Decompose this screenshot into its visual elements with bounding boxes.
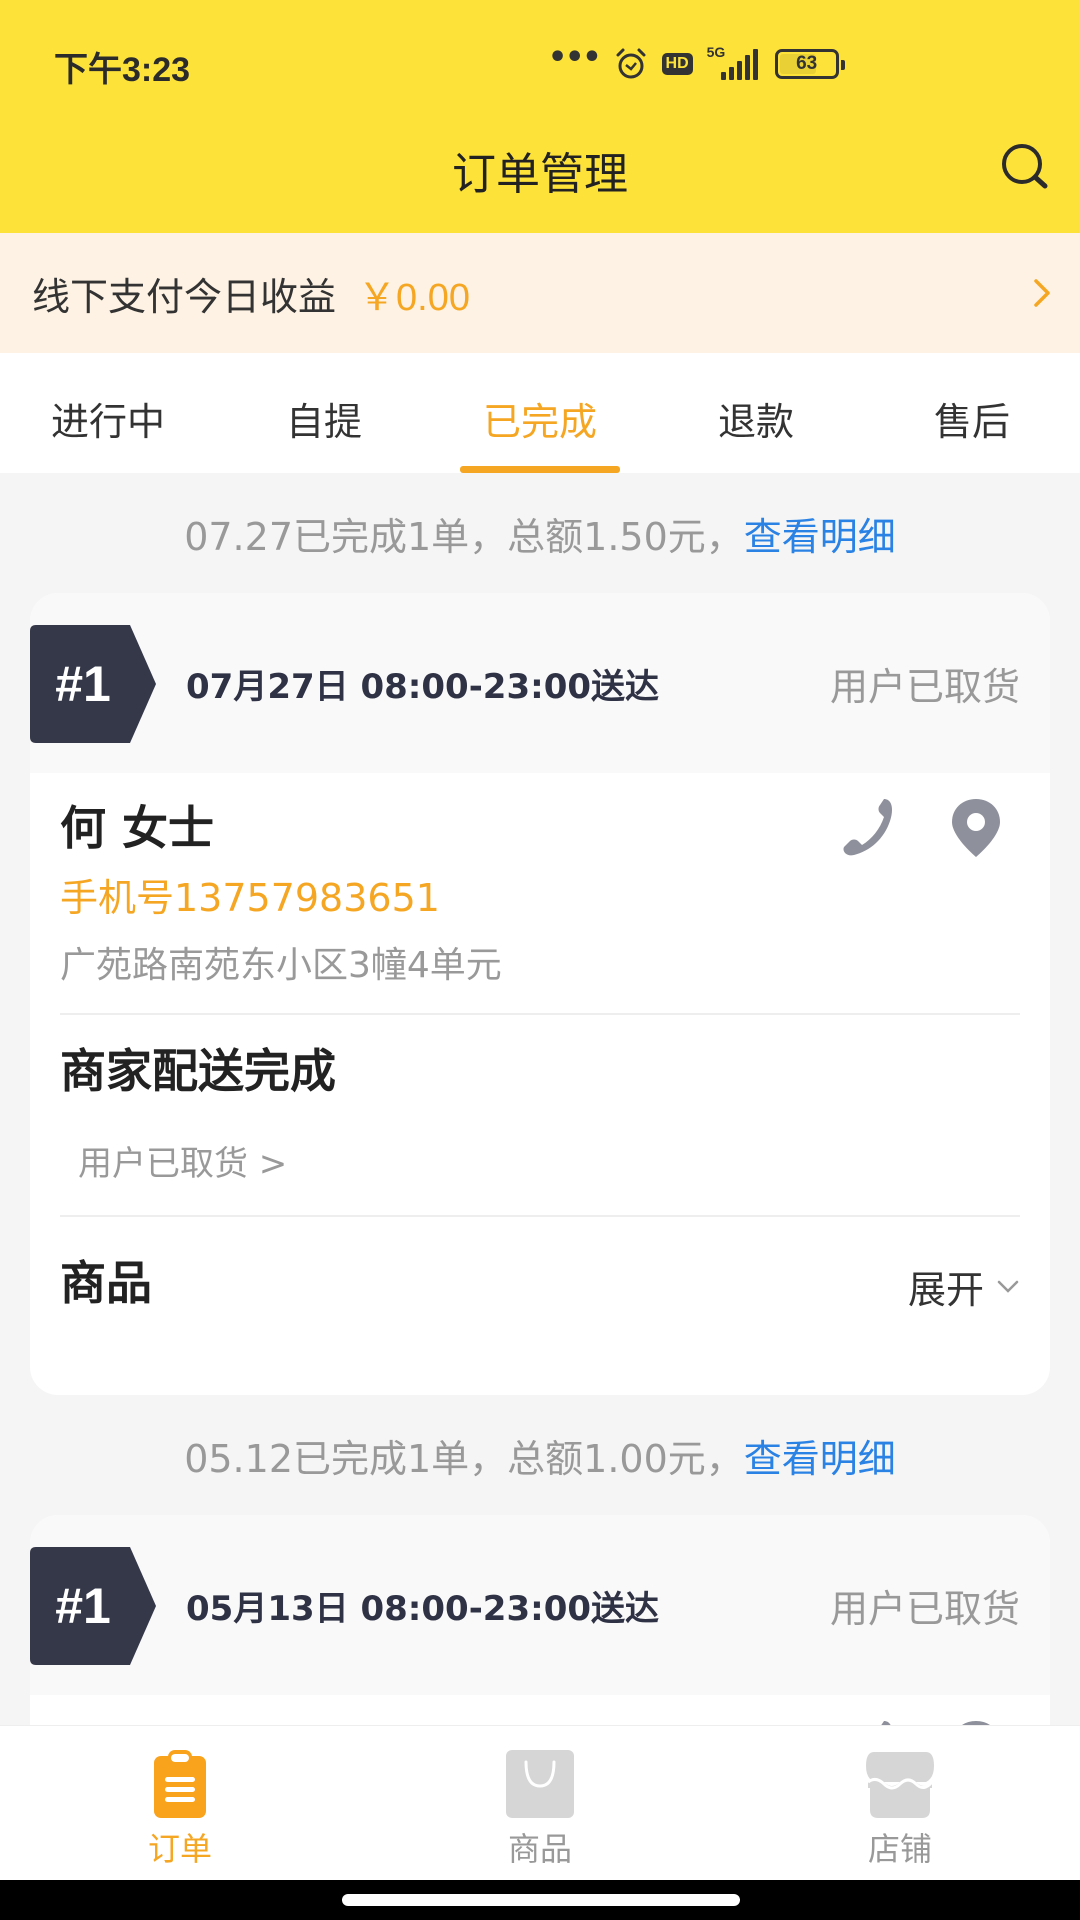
summary-text: 05.12已完成1单，总额1.00元， — [184, 1436, 744, 1481]
order-status: 用户已取货 — [829, 1586, 1020, 1631]
shopping-bag-icon — [506, 1750, 574, 1818]
order-number: #1 — [55, 656, 111, 712]
battery-icon: 63 — [774, 49, 845, 79]
customer-address: 广苑路南苑东小区3幢4单元 — [60, 945, 502, 986]
view-details-link[interactable]: 查看明细 — [744, 506, 896, 561]
delivery-detail-link[interactable]: 用户已取货 > — [78, 1139, 1020, 1189]
order-number-badge: #1 — [30, 625, 156, 743]
nav-store[interactable]: 店铺 — [720, 1726, 1080, 1880]
location-pin-icon[interactable] — [946, 1717, 1006, 1725]
search-icon — [1002, 144, 1048, 189]
delivery-time: 05月13日 08:00-23:00送达 — [186, 1588, 660, 1629]
tab-refund[interactable]: 退款 — [648, 353, 864, 473]
expand-label: 展开 — [907, 1268, 984, 1312]
customer-phone[interactable]: 手机号13757983651 — [60, 873, 1020, 923]
bottom-navigation: 订单 商品 店铺 — [0, 1725, 1080, 1880]
tab-after-sales[interactable]: 售后 — [864, 353, 1080, 473]
home-indicator[interactable] — [342, 1894, 740, 1906]
phone-icon[interactable] — [840, 1717, 900, 1725]
day-summary: 07.27已完成1单，总额1.50元， 查看明细 — [0, 473, 1080, 593]
goods-label: 商品 — [60, 1256, 152, 1310]
tab-self-pickup[interactable]: 自提 — [216, 353, 432, 473]
chevron-right-icon — [1034, 279, 1050, 307]
app-header: 下午3:23 ••• HD 5G 63 订单管理 — [0, 0, 1080, 233]
delivery-title: 商家配送完成 — [60, 1044, 336, 1098]
nav-label: 店铺 — [867, 1830, 932, 1868]
order-card[interactable]: #1 07月27日 08:00-23:00送达 用户已取货 何 女士 手机号13… — [30, 593, 1050, 1395]
offline-income-banner[interactable]: 线下支付今日收益 ￥0.00 — [0, 233, 1080, 353]
nav-label: 订单 — [147, 1830, 212, 1868]
customer-info: 黄 女士 — [60, 1695, 1020, 1725]
income-label: 线下支付今日收益 — [32, 274, 337, 319]
more-notifications-icon: ••• — [548, 40, 602, 75]
delivery-progress: 商家配送完成 用户已取货 > — [60, 1015, 1020, 1215]
order-number-badge: #1 — [30, 1547, 156, 1665]
view-details-link[interactable]: 查看明细 — [744, 1428, 896, 1483]
income-amount: ￥0.00 — [358, 276, 470, 319]
status-icons: ••• HD 5G 63 — [548, 40, 845, 84]
status-bar: 下午3:23 ••• HD 5G 63 — [0, 0, 1080, 120]
system-gesture-bar — [0, 1880, 1080, 1920]
tab-in-progress[interactable]: 进行中 — [0, 353, 216, 473]
phone-icon[interactable] — [840, 795, 900, 859]
nav-orders[interactable]: 订单 — [0, 1726, 360, 1880]
page-title: 订单管理 — [452, 149, 628, 200]
tab-completed[interactable]: 已完成 — [432, 353, 648, 473]
alarm-icon — [616, 48, 646, 79]
nav-label: 商品 — [507, 1830, 572, 1868]
expand-goods-button[interactable]: 展开 — [908, 1259, 1020, 1314]
signal-icon: 5G — [707, 44, 761, 82]
goods-section: 商品 展开 — [60, 1217, 1020, 1395]
order-status: 用户已取货 — [829, 664, 1020, 709]
order-list[interactable]: 07.27已完成1单，总额1.50元， 查看明细 #1 07月27日 08:00… — [0, 473, 1080, 1725]
nav-goods[interactable]: 商品 — [360, 1726, 720, 1880]
store-icon — [866, 1752, 934, 1818]
order-card-header: #1 07月27日 08:00-23:00送达 用户已取货 — [30, 593, 1050, 773]
day-summary: 05.12已完成1单，总额1.00元， 查看明细 — [0, 1395, 1080, 1515]
search-button[interactable] — [998, 140, 1054, 196]
order-card[interactable]: #1 05月13日 08:00-23:00送达 用户已取货 黄 女士 — [30, 1515, 1050, 1725]
summary-text: 07.27已完成1单，总额1.50元， — [184, 514, 744, 559]
hd-badge: HD — [661, 53, 693, 75]
order-number: #1 — [55, 1578, 111, 1634]
customer-info: 何 女士 手机号13757983651 广苑路南苑东小区3幢4单元 — [60, 773, 1020, 1013]
chevron-down-icon — [997, 1280, 1019, 1293]
clipboard-icon — [154, 1750, 206, 1818]
location-pin-icon[interactable] — [946, 795, 1006, 859]
order-card-header: #1 05月13日 08:00-23:00送达 用户已取货 — [30, 1515, 1050, 1695]
delivery-time: 07月27日 08:00-23:00送达 — [186, 666, 660, 707]
status-time: 下午3:23 — [54, 51, 191, 89]
battery-level: 63 — [796, 53, 818, 74]
order-status-tabs: 进行中 自提 已完成 退款 售后 — [0, 353, 1080, 473]
